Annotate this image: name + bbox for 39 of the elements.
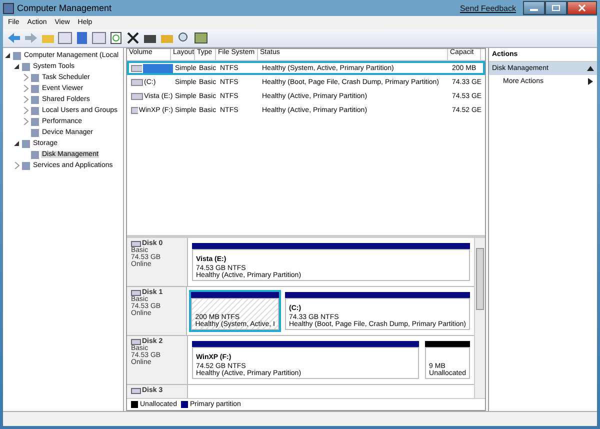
- drive-icon: [131, 338, 141, 344]
- drive-icon: [131, 106, 138, 114]
- tree-node-icon: [13, 52, 21, 60]
- send-feedback-link[interactable]: Send Feedback: [460, 4, 516, 12]
- tree-node-icon: [22, 62, 30, 70]
- close-button[interactable]: [567, 1, 597, 15]
- drive-icon: [131, 92, 143, 100]
- tree-node-icon: [22, 140, 30, 148]
- drive-icon: [131, 290, 141, 296]
- tree-node-icon: [31, 150, 39, 158]
- window-title: Computer Management: [17, 3, 112, 13]
- close-icon: [577, 4, 587, 12]
- tree-node-icon: [31, 84, 39, 92]
- panel-icon[interactable]: [58, 32, 72, 44]
- maximize-button[interactable]: [545, 1, 567, 15]
- panel-icon[interactable]: [92, 32, 106, 44]
- delete-icon[interactable]: [126, 32, 140, 44]
- scrollbar[interactable]: [474, 238, 485, 398]
- tree-node-icon: [31, 128, 39, 136]
- tree-node-icon: [31, 106, 39, 114]
- refresh-icon[interactable]: [109, 32, 123, 44]
- minimize-button[interactable]: [523, 1, 545, 15]
- drive-icon: [131, 78, 143, 86]
- tree-node-icon: [31, 96, 39, 104]
- collapse-arrow-icon[interactable]: [3, 52, 11, 59]
- maximize-icon: [551, 4, 561, 12]
- tree-node-icon: [31, 118, 39, 126]
- forward-arrow-icon[interactable]: [24, 32, 38, 44]
- collapse-arrow-icon[interactable]: [12, 63, 20, 70]
- arrow-right-icon: [588, 78, 593, 85]
- collapse-arrow-icon[interactable]: [12, 140, 20, 147]
- drive-icon: [131, 240, 141, 246]
- drive-icon: [131, 388, 141, 394]
- highlighted-cell: [143, 64, 173, 72]
- tree-node-icon: [22, 162, 30, 170]
- back-arrow-icon[interactable]: [7, 32, 21, 44]
- tree-node-icon: [31, 74, 39, 82]
- collapse-arrow-icon: [587, 66, 594, 71]
- drive-icon: [131, 64, 142, 72]
